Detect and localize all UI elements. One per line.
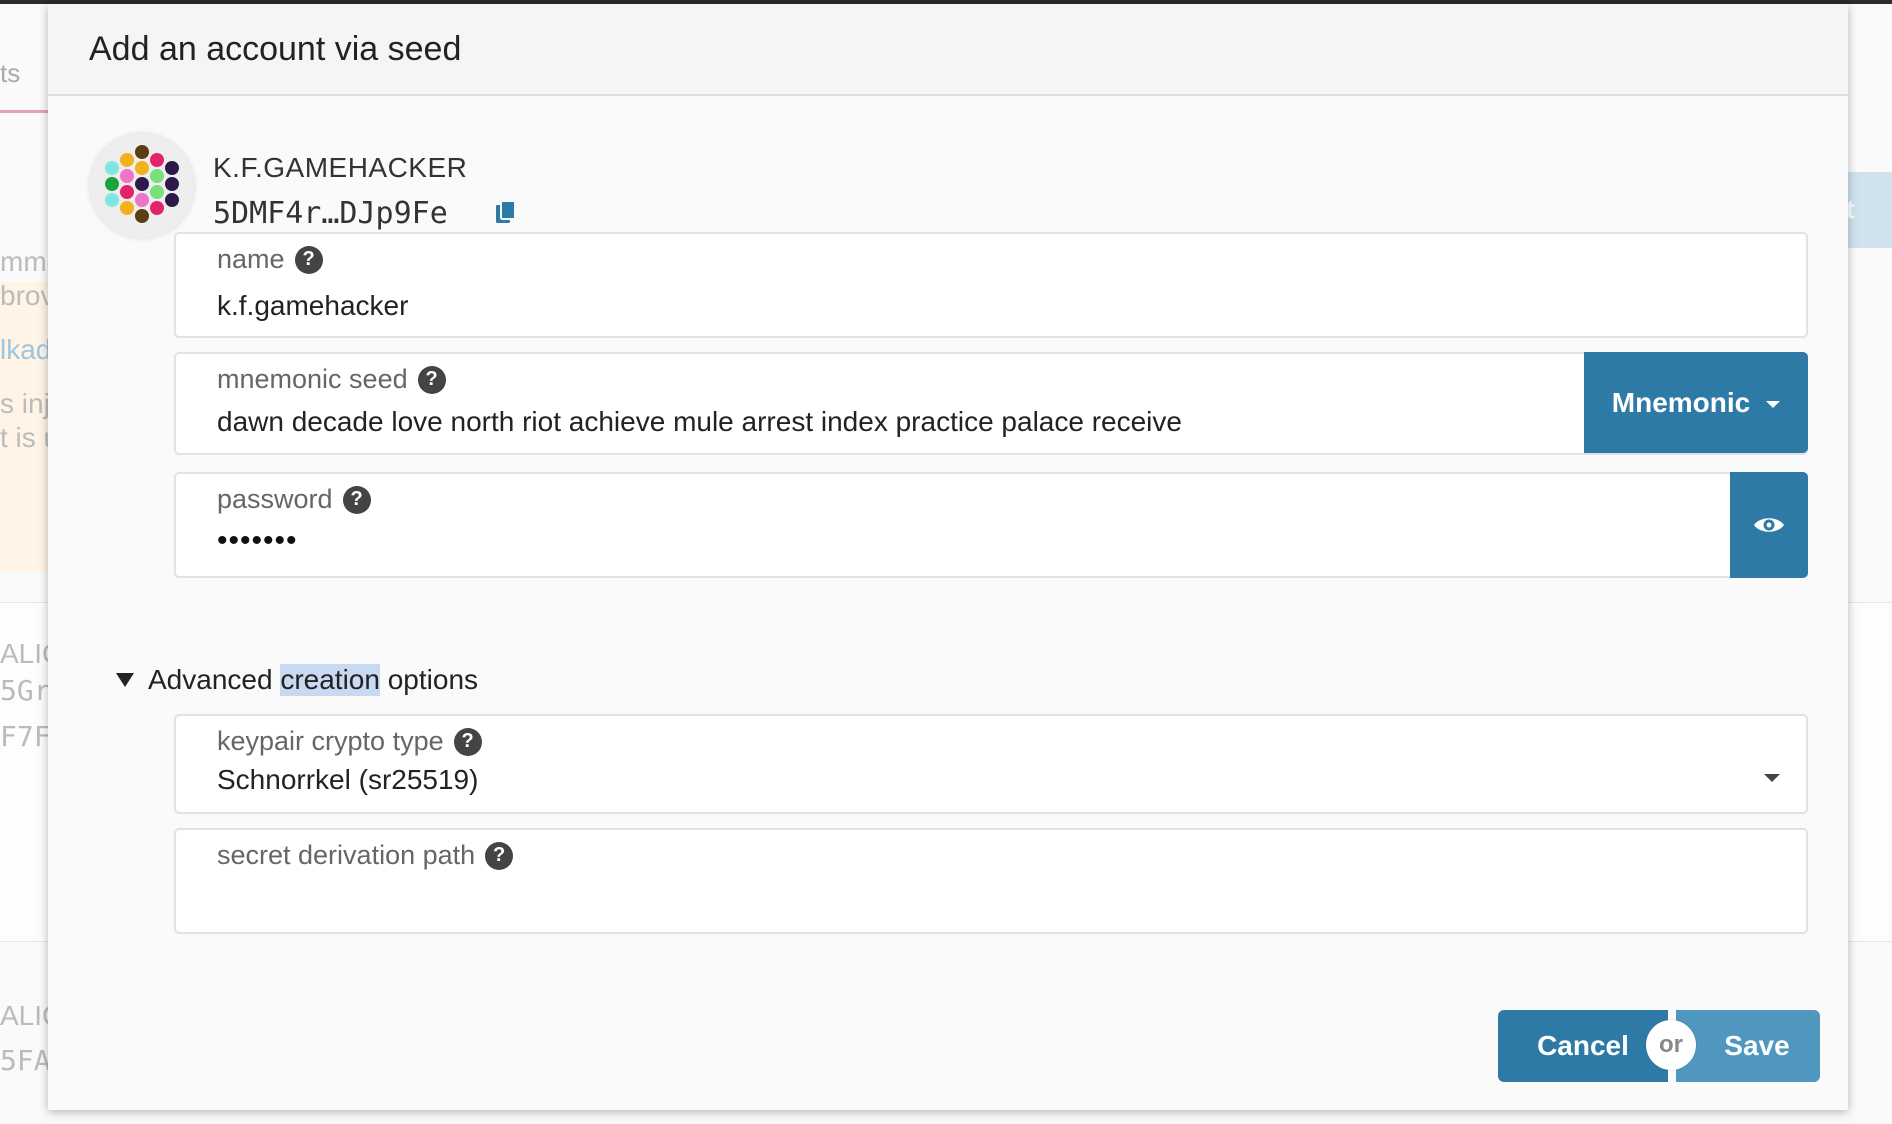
derivation-path-field[interactable]: secret derivation path ? xyxy=(174,828,1808,934)
help-icon[interactable]: ? xyxy=(417,365,446,394)
background-account-address: 5Gr xyxy=(0,674,51,707)
derivation-path-label-row: secret derivation path ? xyxy=(217,840,514,871)
save-button[interactable]: Save xyxy=(1676,1010,1820,1082)
mnemonic-seed-label-row: mnemonic seed ? xyxy=(217,364,446,395)
background-account-address: 5FA xyxy=(0,1044,51,1077)
background-tab-label: ts xyxy=(0,58,21,88)
modal-header: Add an account via seed xyxy=(48,4,1848,96)
advanced-options-toggle[interactable]: Advanced creation options xyxy=(116,664,478,696)
mnemonic-seed-field[interactable]: mnemonic seed ? dawn decade love north r… xyxy=(174,352,1808,455)
modal-title: Add an account via seed xyxy=(89,30,462,68)
password-input[interactable]: ••••••• xyxy=(217,524,298,558)
password-label: password xyxy=(217,484,333,514)
mnemonic-seed-label: mnemonic seed xyxy=(217,364,408,394)
account-name: K.F.GAMEHACKER xyxy=(213,152,468,183)
show-password-button[interactable] xyxy=(1730,472,1808,578)
eye-icon xyxy=(1754,518,1784,532)
help-icon[interactable]: ? xyxy=(342,485,371,514)
account-address: 5DMF4r…DJp9Fe xyxy=(213,196,448,231)
background-notice-link: lkad xyxy=(0,334,52,365)
identicon-graphic xyxy=(105,145,179,223)
crypto-type-label-row: keypair crypto type ? xyxy=(217,726,482,757)
help-icon[interactable]: ? xyxy=(294,245,323,274)
chevron-down-icon xyxy=(1766,401,1781,408)
crypto-type-value: Schnorrkel (sr25519) xyxy=(217,764,479,795)
background-notice-text: brov xyxy=(0,280,55,311)
add-account-modal: Add an account via seed K.F.GAMEHACKER 5… xyxy=(48,4,1848,1110)
triangle-down-icon xyxy=(116,673,134,687)
derivation-path-label: secret derivation path xyxy=(217,840,476,870)
help-icon[interactable]: ? xyxy=(485,841,514,870)
or-divider: or xyxy=(1646,1020,1696,1070)
crypto-type-select[interactable]: keypair crypto type ? Schnorrkel (sr2551… xyxy=(174,714,1808,814)
help-icon[interactable]: ? xyxy=(453,727,482,756)
seed-type-dropdown-button[interactable]: Mnemonic xyxy=(1584,352,1808,453)
chevron-down-icon xyxy=(1764,774,1780,782)
seed-type-label: Mnemonic xyxy=(1611,386,1751,418)
background-account-address: F7F xyxy=(0,720,51,753)
crypto-type-label: keypair crypto type xyxy=(217,726,444,756)
name-input[interactable] xyxy=(217,286,1417,326)
password-field[interactable]: password ? ••••••• xyxy=(174,472,1808,578)
name-field-label-row: name ? xyxy=(217,244,323,275)
copy-icon[interactable] xyxy=(495,200,517,226)
account-identicon[interactable] xyxy=(90,134,194,238)
derivation-path-input[interactable] xyxy=(217,882,1417,922)
advanced-label-suffix: options xyxy=(379,664,479,695)
advanced-label-prefix: Advanced xyxy=(148,664,281,695)
advanced-label-highlight: creation xyxy=(280,664,380,696)
name-field[interactable]: name ? xyxy=(174,232,1808,338)
mnemonic-seed-input[interactable]: dawn decade love north riot achieve mule… xyxy=(217,406,1182,438)
name-field-label: name xyxy=(217,244,285,274)
password-label-row: password ? xyxy=(217,484,371,515)
cancel-button[interactable]: Cancel xyxy=(1498,1010,1668,1082)
